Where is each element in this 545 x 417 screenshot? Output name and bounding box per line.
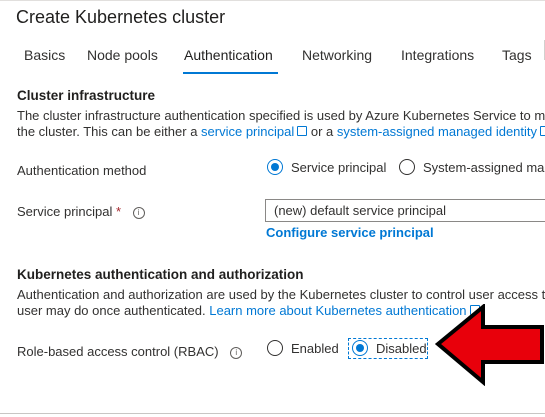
- cluster-infrastructure-desc-line2: the cluster. This can be either a servic…: [17, 124, 545, 139]
- managed-identity-link[interactable]: system-assigned managed identity: [337, 124, 545, 139]
- radio-label: Service principal: [291, 159, 387, 175]
- tab-node-pools[interactable]: Node pools: [87, 47, 158, 63]
- cluster-infrastructure-heading: Cluster infrastructure: [17, 88, 156, 103]
- tab-integrations[interactable]: Integrations: [401, 47, 474, 63]
- radio-system-assigned[interactable]: System-assigned mar: [399, 159, 545, 175]
- desc-text-mid: or a: [307, 124, 337, 139]
- k8s-auth-heading: Kubernetes authentication and authorizat…: [17, 267, 304, 282]
- bottom-border: [0, 413, 545, 414]
- k8s-desc-text: user may do once authenticated.: [17, 303, 210, 318]
- required-marker: *: [116, 204, 122, 219]
- external-link-icon: [540, 126, 545, 136]
- desc-text-pre: the cluster. This can be either a: [17, 124, 202, 139]
- rbac-label-text: Role-based access control (RBAC): [17, 344, 219, 359]
- radio-label: System-assigned mar: [423, 159, 545, 175]
- red-arrow-icon: [434, 304, 544, 386]
- focus-outline: [348, 338, 428, 359]
- tab-basics[interactable]: Basics: [24, 47, 65, 63]
- radio-circle-selected: [267, 159, 283, 175]
- k8s-auth-desc-line2: user may do once authenticated. Learn mo…: [17, 303, 480, 318]
- radio-circle: [267, 340, 283, 356]
- service-principal-label-text: Service principal: [17, 204, 113, 219]
- rbac-label: Role-based access control (RBAC) i: [17, 344, 243, 360]
- cluster-infrastructure-desc-line1: The cluster infrastructure authenticatio…: [17, 108, 545, 123]
- external-link-icon: [297, 126, 308, 136]
- service-principal-link[interactable]: service principal: [201, 124, 308, 139]
- page-title: Create Kubernetes cluster: [16, 7, 226, 27]
- tab-authentication[interactable]: Authentication: [184, 47, 273, 63]
- tab-tags[interactable]: Tags: [502, 47, 532, 63]
- active-tab-indicator: [183, 72, 278, 74]
- configure-service-principal-link[interactable]: Configure service principal: [266, 225, 434, 240]
- radio-service-principal[interactable]: Service principal: [267, 159, 386, 175]
- info-icon[interactable]: i: [230, 347, 243, 359]
- k8s-auth-desc-line1: Authentication and authorization are use…: [17, 287, 545, 302]
- service-principal-label: Service principal * i: [17, 204, 145, 220]
- radio-rbac-enabled[interactable]: Enabled: [267, 340, 339, 356]
- authentication-method-label: Authentication method: [17, 163, 147, 178]
- tab-networking[interactable]: Networking: [302, 47, 372, 63]
- info-icon[interactable]: i: [132, 207, 145, 219]
- service-principal-dropdown[interactable]: (new) default service principal: [265, 199, 545, 222]
- tab-bar: Basics Node pools Authentication Network…: [0, 47, 545, 75]
- radio-circle: [399, 159, 415, 175]
- radio-label: Enabled: [291, 340, 339, 356]
- top-border: [0, 0, 545, 1]
